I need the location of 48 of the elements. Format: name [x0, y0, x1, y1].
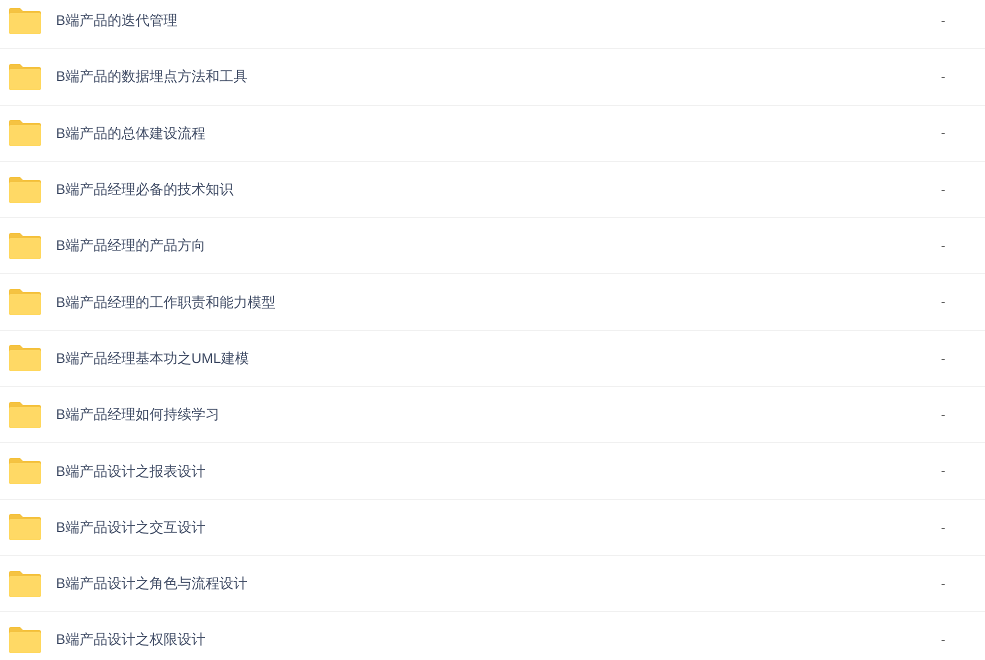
file-size: -: [940, 68, 946, 86]
file-size: -: [940, 406, 946, 424]
folder-name[interactable]: B端产品设计之权限设计: [56, 629, 925, 650]
file-size: -: [940, 293, 946, 312]
file-row[interactable]: B端产品设计之角色与流程设计 -: [0, 556, 985, 612]
folder-name[interactable]: B端产品设计之交互设计: [56, 516, 925, 538]
folder-icon: [9, 8, 41, 34]
file-row[interactable]: B端产品的总体建设流程 -: [0, 106, 985, 162]
file-row[interactable]: B端产品经理的工作职责和能力模型 -: [0, 274, 985, 331]
file-size: -: [940, 12, 946, 30]
folder-name[interactable]: B端产品经理的工作职责和能力模型: [56, 292, 925, 313]
file-row[interactable]: B端产品设计之权限设计 -: [0, 612, 985, 660]
folder-name[interactable]: B端产品设计之报表设计: [56, 460, 925, 482]
folder-icon: [9, 345, 41, 372]
file-row[interactable]: B端产品经理的产品方向 -: [0, 218, 985, 274]
file-row[interactable]: B端产品经理基本功之UML建模 -: [0, 330, 985, 388]
file-row[interactable]: B端产品设计之交互设计 -: [0, 500, 985, 556]
folder-name[interactable]: B端产品的总体建设流程: [56, 122, 925, 144]
file-row[interactable]: B端产品的迭代管理 -: [0, 0, 985, 50]
folder-icon: [9, 402, 41, 428]
file-row[interactable]: B端产品经理如何持续学习 -: [0, 387, 985, 444]
folder-icon: [9, 232, 41, 259]
folder-name[interactable]: B端产品经理必备的技术知识: [56, 179, 925, 200]
folder-name[interactable]: B端产品经理的产品方向: [56, 235, 925, 256]
file-size: -: [940, 462, 946, 480]
file-size: -: [940, 124, 946, 142]
file-size: -: [940, 180, 946, 199]
folder-name[interactable]: B端产品经理如何持续学习: [56, 404, 925, 426]
folder-icon: [9, 289, 41, 316]
file-row[interactable]: B端产品的数据埋点方法和工具 -: [0, 49, 985, 106]
folder-name[interactable]: B端产品的数据埋点方法和工具: [56, 66, 925, 88]
folder-name[interactable]: B端产品经理基本功之UML建模: [56, 348, 925, 369]
file-size: -: [940, 518, 946, 537]
folder-name[interactable]: B端产品的迭代管理: [56, 10, 925, 32]
folder-icon: [9, 570, 41, 597]
folder-icon: [9, 176, 41, 203]
folder-icon: [9, 514, 41, 540]
folder-name[interactable]: B端产品设计之角色与流程设计: [56, 573, 925, 594]
folder-icon: [9, 64, 41, 90]
file-size: -: [940, 574, 946, 593]
folder-icon: [9, 458, 41, 484]
file-size: -: [940, 237, 946, 256]
file-row[interactable]: B端产品经理必备的技术知识 -: [0, 162, 985, 218]
file-row[interactable]: B端产品设计之报表设计 -: [0, 443, 985, 500]
folder-icon: [9, 120, 41, 146]
file-size: -: [940, 350, 946, 368]
file-size: -: [940, 631, 946, 650]
folder-icon: [9, 626, 41, 653]
